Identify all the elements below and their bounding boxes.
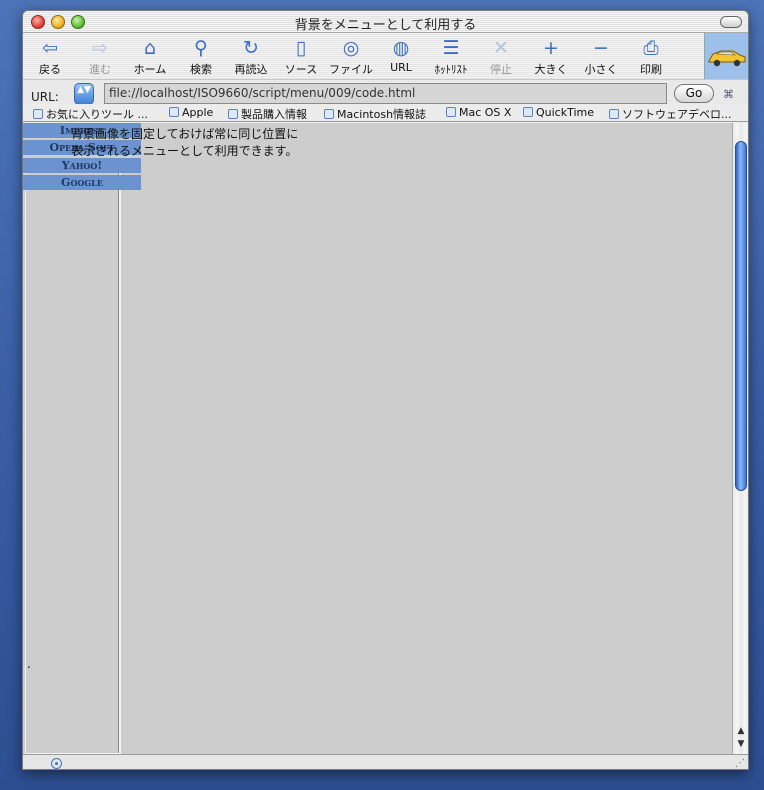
text-bigger-button[interactable]: + 大きく (526, 35, 576, 77)
scroll-down-arrow-icon[interactable]: ▼ (735, 738, 747, 750)
favorite-folder-icon (33, 109, 43, 119)
file-button[interactable]: ◎ ファイル (326, 35, 376, 77)
vertical-scrollbar[interactable]: ▲ ▼ (732, 123, 748, 754)
body-line-1: 背景画像を固定しておけば常に同じ位置に (71, 127, 299, 141)
source-document-icon: ▯ (295, 37, 307, 59)
print-button[interactable]: ⎙ 印刷 (626, 35, 676, 77)
stop-icon: ✕ (493, 37, 509, 59)
favorite-label: 製品購入情報 (241, 108, 307, 121)
status-bar: ⋰ (23, 754, 748, 769)
stop-label: 停止 (490, 63, 512, 76)
page-content: Impress Opera Soft Yahoo! Google 背景画像を固定… (23, 123, 733, 754)
favorite-item-macintosh[interactable]: Macintosh情報誌 (324, 106, 427, 121)
forward-button[interactable]: ⇨ 進む (75, 35, 125, 77)
favorite-item-products[interactable]: 製品購入情報 (228, 106, 307, 121)
connection-icon[interactable]: ⌘ (723, 88, 734, 101)
stop-button[interactable]: ✕ 停止 (476, 35, 526, 77)
url-label: URL (390, 61, 412, 74)
menu-frame-inner (26, 159, 119, 753)
favorite-label: Mac OS X (459, 106, 512, 119)
title-bar[interactable]: 背景をメニューとして利用する (23, 11, 748, 33)
scroll-up-arrow-icon[interactable]: ▲ (735, 725, 747, 737)
text-smaller-button[interactable]: − 小さく (576, 35, 626, 77)
url-input[interactable]: file://localhost/ISO9660/script/menu/009… (104, 83, 667, 104)
toolbar-toggle-button[interactable] (720, 16, 742, 28)
back-button[interactable]: ⇦ 戻る (25, 35, 75, 77)
source-button[interactable]: ▯ ソース (276, 35, 326, 77)
favorite-label: お気に入りツール ... (46, 108, 148, 121)
back-arrow-icon: ⇦ (42, 37, 58, 59)
menu-link-yahoo[interactable]: Yahoo! (23, 158, 141, 173)
scroll-thumb[interactable] (735, 141, 747, 491)
file-disc-icon: ◎ (342, 37, 360, 59)
text-smaller-label: 小さく (584, 63, 618, 76)
car-icon (708, 50, 746, 67)
reload-icon: ↻ (243, 37, 259, 59)
url-field-label: URL: (31, 90, 59, 104)
favorite-label: ソフトウェアデベロ... (622, 108, 732, 121)
home-label: ホーム (133, 63, 167, 76)
source-label: ソース (284, 63, 318, 76)
stray-dot: . (27, 657, 31, 671)
url-history-stepper[interactable]: ▲▼ (74, 83, 94, 105)
favorite-folder-icon (324, 109, 334, 119)
text-smaller-icon: − (593, 37, 609, 59)
go-button[interactable]: Go (674, 84, 714, 103)
body-paragraph: 背景画像を固定しておけば常に同じ位置に 表示されるメニューとして利用できます。 (71, 126, 298, 160)
hotlist-label: ﾎｯﾄﾘｽﾄ (434, 63, 468, 76)
connection-status-icon (51, 758, 62, 769)
favorite-item-macosx[interactable]: Mac OS X (446, 106, 511, 119)
favorite-item-developer[interactable]: ソフトウェアデベロ... (609, 106, 732, 121)
favorite-item-tools[interactable]: お気に入りツール ... (33, 106, 148, 121)
text-bigger-icon: + (543, 37, 559, 59)
resize-grip-icon[interactable]: ⋰ (735, 758, 745, 769)
home-icon: ⌂ (143, 37, 157, 59)
search-button[interactable]: ⚲ 検索 (176, 35, 226, 77)
favorite-page-icon (446, 107, 456, 117)
print-label: 印刷 (640, 63, 662, 76)
reload-button[interactable]: ↻ 再読込 (226, 35, 276, 77)
favorite-label: Apple (182, 106, 214, 119)
favorite-item-apple[interactable]: Apple (169, 106, 213, 119)
browser-window: 背景をメニューとして利用する ⇦ 戻る ⇨ 進む ⌂ ホーム ⚲ 検索 ↻ 再読… (22, 10, 749, 770)
url-button[interactable]: ◍ URL (376, 35, 426, 77)
window-title: 背景をメニューとして利用する (294, 18, 477, 33)
hotlist-icon: ☰ (442, 37, 460, 59)
body-line-2: 表示されるメニューとして利用できます。 (71, 144, 298, 158)
text-bigger-label: 大きく (534, 63, 568, 76)
favorite-folder-icon (609, 109, 619, 119)
magnifier-icon: ⚲ (194, 37, 208, 59)
menu-link-google[interactable]: Google (23, 175, 141, 190)
search-label: 検索 (190, 63, 212, 76)
favorites-bar: お気に入りツール ... Apple 製品購入情報 Macintosh情報誌 M… (23, 104, 748, 122)
url-icon: ◍ (392, 37, 410, 59)
favorite-label: Macintosh情報誌 (337, 108, 427, 121)
forward-arrow-icon: ⇨ (92, 37, 108, 59)
back-label: 戻る (39, 63, 61, 76)
hotlist-button[interactable]: ☰ ﾎｯﾄﾘｽﾄ (426, 35, 476, 77)
print-icon: ⎙ (643, 37, 659, 59)
throbber-logo[interactable] (704, 33, 748, 79)
favorite-item-quicktime[interactable]: QuickTime (523, 106, 594, 119)
toolbar: ⇦ 戻る ⇨ 進む ⌂ ホーム ⚲ 検索 ↻ 再読込 ▯ ソース ◎ ファイル … (23, 33, 748, 79)
favorite-label: QuickTime (536, 106, 595, 119)
favorite-folder-icon (523, 107, 533, 117)
menu-frame (25, 158, 121, 754)
file-label: ファイル (329, 63, 373, 76)
home-button[interactable]: ⌂ ホーム (125, 35, 175, 77)
favorite-folder-icon (169, 107, 179, 117)
reload-label: 再読込 (234, 63, 268, 76)
forward-label: 進む (89, 63, 111, 76)
favorite-folder-icon (228, 109, 238, 119)
